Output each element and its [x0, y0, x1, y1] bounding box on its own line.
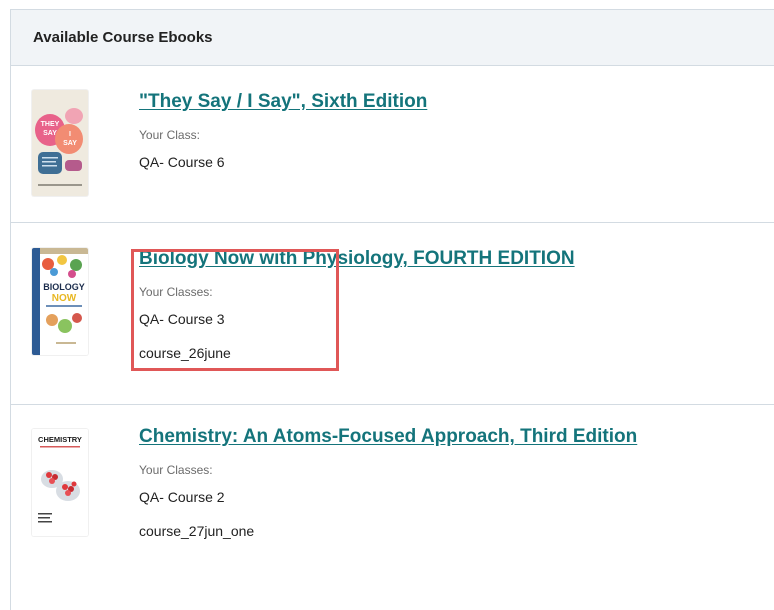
- cover-word: SAY: [63, 140, 77, 147]
- book-cover-image: THEY SAY I SAY: [32, 90, 88, 196]
- ebook-title-link[interactable]: Biology Now with Physiology, FOURTH EDIT…: [139, 248, 575, 270]
- ebook-title-link[interactable]: Chemistry: An Atoms-Focused Approach, Th…: [139, 426, 637, 448]
- book-cover-image: BIOLOGY NOW: [32, 248, 88, 355]
- class-name: course_27jun_one: [139, 523, 255, 539]
- class-list: QA- Course 2 course_27jun_one: [139, 487, 637, 555]
- class-name: QA- Course 2: [139, 489, 225, 505]
- class-list: QA- Course 3 course_26june: [139, 309, 575, 377]
- cover-word: SAY: [43, 130, 57, 137]
- cover-word: THEY: [41, 121, 60, 128]
- ebook-info: "They Say / I Say", Sixth Edition Your C…: [139, 91, 427, 186]
- ebook-title-link[interactable]: "They Say / I Say", Sixth Edition: [139, 91, 427, 113]
- cover-word: I: [69, 131, 71, 138]
- book-cover-they-say[interactable]: THEY SAY I SAY: [32, 90, 88, 196]
- cover-word: CHEMISTRY: [38, 435, 82, 444]
- ebook-info: Chemistry: An Atoms-Focused Approach, Th…: [139, 426, 637, 555]
- panel-title: Available Course Ebooks: [33, 29, 213, 46]
- panel-header: Available Course Ebooks: [11, 10, 774, 66]
- classes-label: Your Classes:: [139, 463, 213, 477]
- class-name: QA- Course 3: [139, 311, 225, 327]
- ebook-info: Biology Now with Physiology, FOURTH EDIT…: [139, 248, 575, 377]
- book-cover-image: CHEMISTRY: [32, 429, 88, 536]
- cover-word: NOW: [52, 293, 77, 304]
- class-name: course_26june: [139, 345, 231, 361]
- available-ebooks-panel: Available Course Ebooks THEY SAY I SAY "…: [10, 9, 774, 610]
- book-cover-chemistry[interactable]: CHEMISTRY: [32, 429, 88, 536]
- ebook-item: CHEMISTRY Chemistry: An Atoms-Focused Ap…: [11, 405, 774, 605]
- class-name: QA- Course 6: [139, 154, 225, 170]
- book-cover-biology-now[interactable]: BIOLOGY NOW: [32, 248, 88, 355]
- classes-label: Your Class:: [139, 128, 200, 142]
- ebook-item: THEY SAY I SAY "They Say / I Say", Sixth…: [11, 66, 774, 223]
- class-list: QA- Course 6: [139, 152, 427, 186]
- cover-word: BIOLOGY: [43, 282, 85, 292]
- ebook-item: BIOLOGY NOW Biology Now with Physiology,…: [11, 223, 774, 405]
- classes-label: Your Classes:: [139, 285, 213, 299]
